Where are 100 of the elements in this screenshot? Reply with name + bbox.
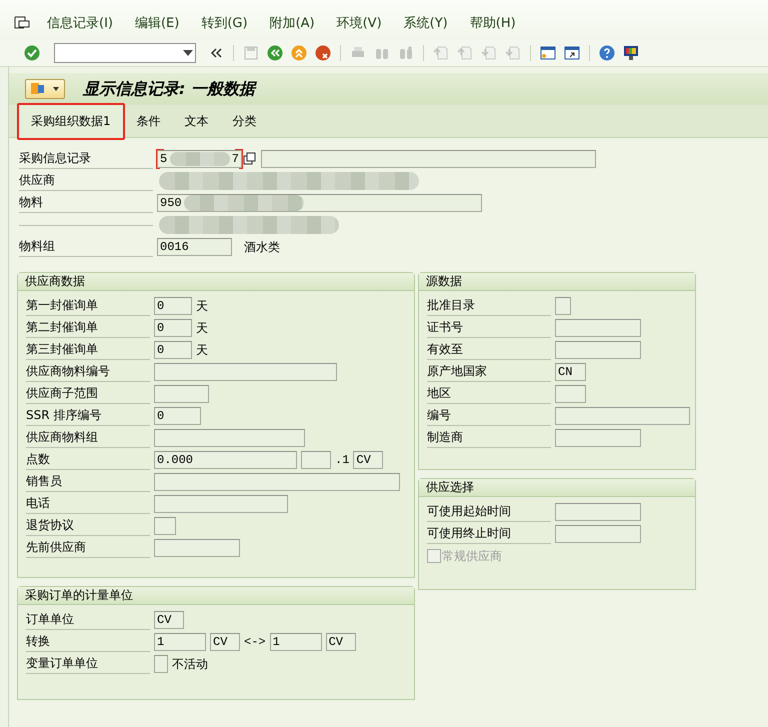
command-field[interactable]: [54, 43, 196, 63]
input-field[interactable]: 0016: [157, 238, 232, 256]
input-field[interactable]: CV: [210, 633, 240, 651]
input-field[interactable]: [154, 517, 176, 535]
input-field[interactable]: [154, 385, 209, 403]
checkmark-icon: [24, 45, 40, 61]
tab[interactable]: 分类: [220, 104, 269, 138]
field-label: 转换: [26, 632, 150, 652]
document-icon: [30, 82, 46, 96]
field-label: 供应商物料组: [26, 428, 150, 448]
field-label: 证书号: [427, 318, 551, 338]
menu-item[interactable]: 帮助(H): [458, 14, 527, 32]
field-label: 第三封催询单: [26, 340, 150, 360]
input-field[interactable]: [555, 385, 586, 403]
input-field[interactable]: [154, 473, 400, 491]
input-field[interactable]: CV: [353, 451, 384, 469]
input-field[interactable]: [154, 495, 288, 513]
field-label: 有效至: [427, 340, 551, 360]
input-field[interactable]: [154, 429, 305, 447]
input-field[interactable]: CN: [555, 363, 586, 381]
input-field[interactable]: 0: [154, 407, 201, 425]
input-field[interactable]: 1: [154, 633, 206, 651]
field-label: SSR 排序编号: [26, 406, 150, 426]
app-menu-button[interactable]: [25, 79, 65, 99]
field-label: 电话: [26, 494, 150, 514]
field-label: 供应商子范围: [26, 384, 150, 404]
page-down-icon: [481, 45, 497, 61]
cancel-icon: [315, 45, 331, 61]
field-label: 采购信息记录: [19, 149, 153, 169]
shortcut-window-icon: [564, 45, 580, 61]
save-icon: [243, 45, 259, 61]
field-label: 点数: [26, 450, 150, 470]
field-label: 可使用终止时间: [427, 524, 551, 544]
menu-item[interactable]: 环境(V): [326, 14, 393, 32]
page-up-icon: [433, 45, 449, 61]
monitor-icon: [623, 45, 639, 61]
input-field[interactable]: 0: [154, 319, 192, 337]
group-title: 源数据: [419, 273, 695, 291]
field-label: 原产地国家: [427, 362, 551, 382]
menu-item[interactable]: 附加(A): [258, 14, 326, 32]
input-field[interactable]: [555, 525, 641, 543]
help-icon: [599, 45, 615, 61]
back-icon: [267, 45, 283, 61]
input-field[interactable]: [555, 429, 641, 447]
field-label: 变量订单单位: [26, 654, 150, 674]
field-label: 供应商: [19, 171, 153, 191]
field-label: 物料: [19, 193, 153, 213]
caret-icon[interactable]: [181, 48, 195, 58]
field-label: 第一封催询单: [26, 296, 150, 316]
input-field[interactable]: CV: [326, 633, 356, 651]
group-title: 采购订单的计量单位: [18, 587, 414, 605]
tab[interactable]: 条件: [124, 104, 173, 138]
menu-item[interactable]: 编辑(E): [124, 14, 190, 32]
field-text: 天: [196, 342, 208, 358]
input-field[interactable]: [555, 319, 641, 337]
input-field[interactable]: [301, 451, 331, 469]
field-text: .1: [335, 453, 350, 467]
field-label: 先前供应商: [26, 538, 150, 558]
tab[interactable]: 采购组织数据1: [19, 104, 123, 138]
field-label: 物料组: [19, 237, 153, 257]
input-field[interactable]: [154, 539, 240, 557]
field-label: 第二封催询单: [26, 318, 150, 338]
input-field[interactable]: [555, 503, 641, 521]
menu-icon[interactable]: [14, 16, 30, 30]
field-text: <->: [244, 635, 266, 649]
menu-item[interactable]: 转到(G): [190, 14, 259, 32]
field-text: 天: [196, 320, 208, 336]
input-field[interactable]: [154, 655, 168, 673]
input-field[interactable]: CV: [154, 611, 184, 629]
group-title: 供应商数据: [18, 273, 414, 291]
field-label: 退货协议: [26, 516, 150, 536]
input-field[interactable]: [555, 407, 690, 425]
input-field[interactable]: [154, 363, 337, 381]
input-field[interactable]: 0: [154, 341, 192, 359]
input-field[interactable]: 0.000: [154, 451, 297, 469]
field-label: 销售员: [26, 472, 150, 492]
input-field[interactable]: [555, 297, 571, 315]
copy-icon[interactable]: [243, 152, 257, 166]
menu-item[interactable]: 系统(Y): [392, 14, 459, 32]
caret-icon: [52, 86, 60, 92]
input-field[interactable]: 5 7: [157, 150, 242, 168]
input-field[interactable]: 0: [154, 297, 192, 315]
input-field[interactable]: [555, 341, 641, 359]
tab[interactable]: 文本: [172, 104, 221, 138]
field-label: 订单单位: [26, 610, 150, 630]
page-down-icon: [505, 45, 521, 61]
field-text: 不活动: [172, 656, 208, 672]
field-label: 制造商: [427, 428, 551, 448]
menu-item[interactable]: 信息记录(I): [36, 14, 124, 32]
field-text: 酒水类: [244, 238, 280, 256]
exit-icon: [291, 45, 307, 61]
field-label: 可使用起始时间: [427, 502, 551, 522]
field-label: 供应商物料编号: [26, 362, 150, 382]
input-field[interactable]: 1: [270, 633, 322, 651]
field-text: 天: [196, 298, 208, 314]
page-up-icon: [457, 45, 473, 61]
input-field[interactable]: 950: [157, 194, 482, 212]
new-window-icon: [540, 45, 556, 61]
screen-title: 显示信息记录: 一般数据: [83, 78, 255, 100]
field-label: 地区: [427, 384, 551, 404]
